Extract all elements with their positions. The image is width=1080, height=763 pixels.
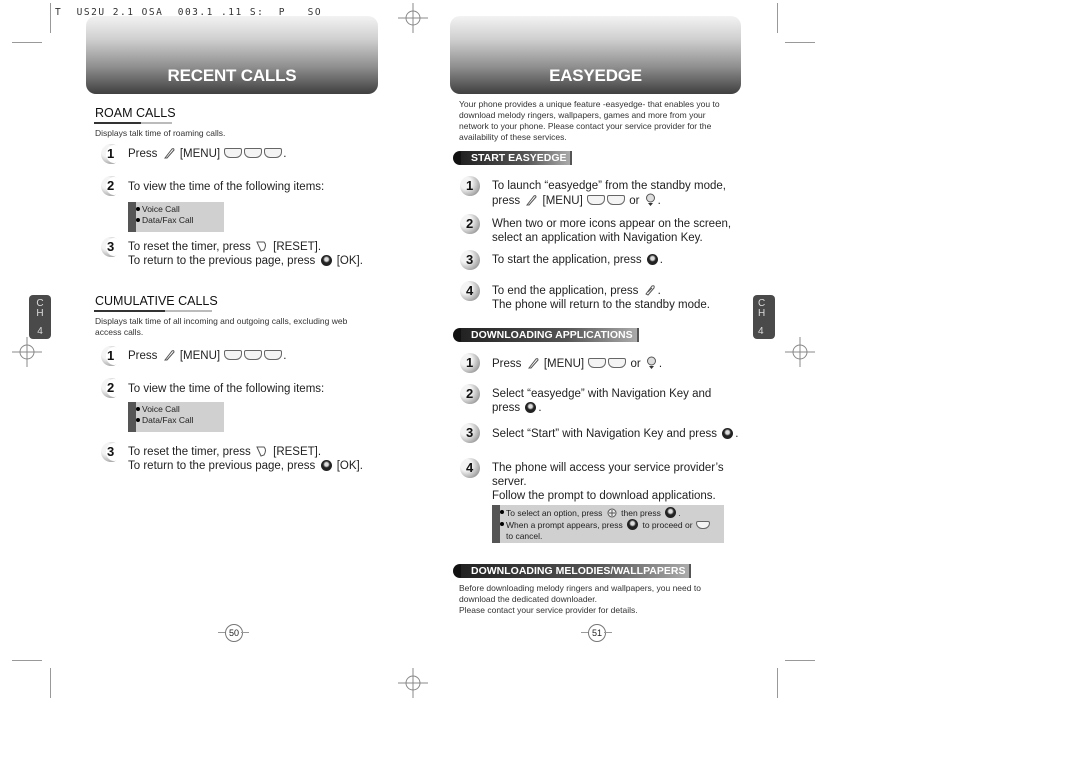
clear-softkey-icon bbox=[256, 241, 266, 252]
step-text: Press [MENU] . bbox=[128, 148, 287, 160]
step-text: The phone will access your service provi… bbox=[492, 462, 724, 502]
page-header-easyedge: EASYEDGE bbox=[450, 16, 741, 94]
crop-mark bbox=[12, 42, 42, 43]
key-4-icon bbox=[586, 195, 605, 205]
step-text: To reset the timer, press [RESET]. To re… bbox=[128, 446, 363, 472]
crop-mark bbox=[50, 3, 51, 33]
step-number-badge: 3 bbox=[101, 442, 123, 464]
section-bar-downloading-applications: DOWNLOADING APPLICATIONS bbox=[453, 328, 643, 342]
ok-key-icon bbox=[722, 428, 734, 439]
key-4-icon bbox=[264, 148, 283, 158]
section-underline bbox=[94, 122, 172, 124]
note-box: Voice Call Data/Fax Call bbox=[128, 202, 224, 232]
key-1-icon bbox=[606, 195, 625, 205]
step-number-badge: 1 bbox=[101, 346, 123, 368]
step-number-badge: 1 bbox=[460, 176, 482, 198]
key-3-icon bbox=[244, 148, 263, 158]
step-number-badge: 2 bbox=[101, 378, 123, 400]
section-underline bbox=[94, 310, 212, 312]
step-text: Select “Start” with Navigation Key and p… bbox=[492, 428, 739, 440]
step-number-badge: 2 bbox=[101, 176, 123, 198]
step-text: Press [MENU] or . bbox=[492, 356, 663, 370]
registration-mark-icon bbox=[785, 337, 815, 367]
page-number: 50 bbox=[218, 624, 249, 642]
step-number-badge: 4 bbox=[460, 281, 482, 303]
step-number-badge: 2 bbox=[460, 214, 482, 236]
key-5-icon bbox=[264, 350, 283, 360]
key-1-icon bbox=[608, 358, 627, 368]
key-4-icon bbox=[588, 358, 607, 368]
navigation-key-icon bbox=[607, 508, 617, 518]
step-number-badge: 2 bbox=[460, 384, 482, 406]
key-2-icon bbox=[224, 350, 243, 360]
crop-mark bbox=[12, 660, 42, 661]
step-text: To end the application, press . The phon… bbox=[492, 285, 710, 311]
ok-key-icon bbox=[665, 507, 677, 518]
page-title: EASYEDGE bbox=[549, 66, 642, 85]
page-title: RECENT CALLS bbox=[167, 66, 297, 85]
registration-mark-icon bbox=[398, 3, 428, 33]
navigation-down-icon bbox=[646, 356, 656, 369]
crop-mark bbox=[785, 42, 815, 43]
ok-key-icon bbox=[646, 254, 658, 265]
step-number-badge: 3 bbox=[101, 237, 123, 259]
intro-paragraph: Your phone provides a unique feature -ea… bbox=[459, 99, 720, 142]
crop-mark bbox=[785, 660, 815, 661]
section-description: Displays talk time of all incoming and o… bbox=[95, 316, 348, 337]
ok-key-icon bbox=[525, 402, 537, 413]
section-description: Displays talk time of roaming calls. bbox=[95, 128, 226, 138]
chapter-tab: C H 4 bbox=[29, 295, 51, 339]
navigation-down-icon bbox=[645, 193, 655, 206]
page-header-recent-calls: RECENT CALLS bbox=[86, 16, 378, 94]
step-number-badge: 1 bbox=[101, 144, 123, 166]
step-text: Select “easyedge” with Navigation Key an… bbox=[492, 388, 712, 414]
clear-softkey-icon bbox=[256, 446, 266, 457]
section-bar-start-easyedge: START EASYEDGE bbox=[453, 151, 583, 165]
step-text: Press [MENU] . bbox=[128, 350, 287, 362]
page-number: 51 bbox=[581, 624, 612, 642]
end-key-icon bbox=[644, 285, 655, 296]
crop-mark bbox=[50, 668, 51, 698]
menu-softkey-icon bbox=[526, 195, 537, 206]
registration-mark-icon bbox=[12, 337, 42, 367]
menu-softkey-icon bbox=[163, 350, 175, 361]
chapter-tab: C H 4 bbox=[753, 295, 775, 339]
section-bar-downloading-melodies: DOWNLOADING MELODIES/WALLPAPERS bbox=[453, 564, 693, 578]
menu-softkey-icon bbox=[163, 148, 175, 159]
step-text: When two or more icons appear on the scr… bbox=[492, 218, 732, 244]
note-box: To select an option, press then press . … bbox=[492, 505, 724, 543]
step-text: To start the application, press . bbox=[492, 254, 663, 266]
ok-key-icon bbox=[320, 460, 332, 471]
step-text: To reset the timer, press [RESET]. To re… bbox=[128, 241, 363, 267]
step-text: To view the time of the following items: bbox=[128, 383, 325, 395]
step-number-badge: 3 bbox=[460, 250, 482, 272]
crop-mark bbox=[777, 668, 778, 698]
section-title-cumulative-calls: CUMULATIVE CALLS bbox=[95, 294, 218, 308]
ok-key-icon bbox=[320, 255, 332, 266]
key-2-icon bbox=[224, 148, 243, 158]
step-number-badge: 4 bbox=[460, 458, 482, 480]
step-text: To view the time of the following items: bbox=[128, 181, 325, 193]
crop-mark bbox=[777, 3, 778, 33]
end-key-icon bbox=[695, 521, 710, 529]
step-text: To launch “easyedge” from the standby mo… bbox=[492, 180, 726, 207]
note-box: Voice Call Data/Fax Call bbox=[128, 402, 224, 432]
section-title-roam-calls: ROAM CALLS bbox=[95, 106, 176, 120]
registration-mark-icon bbox=[398, 668, 428, 698]
step-number-badge: 1 bbox=[460, 353, 482, 375]
step-number-badge: 3 bbox=[460, 423, 482, 445]
melodies-paragraph: Before downloading melody ringers and wa… bbox=[459, 583, 701, 615]
ok-key-icon bbox=[627, 519, 639, 530]
key-3-icon bbox=[244, 350, 263, 360]
menu-softkey-icon bbox=[527, 358, 539, 369]
